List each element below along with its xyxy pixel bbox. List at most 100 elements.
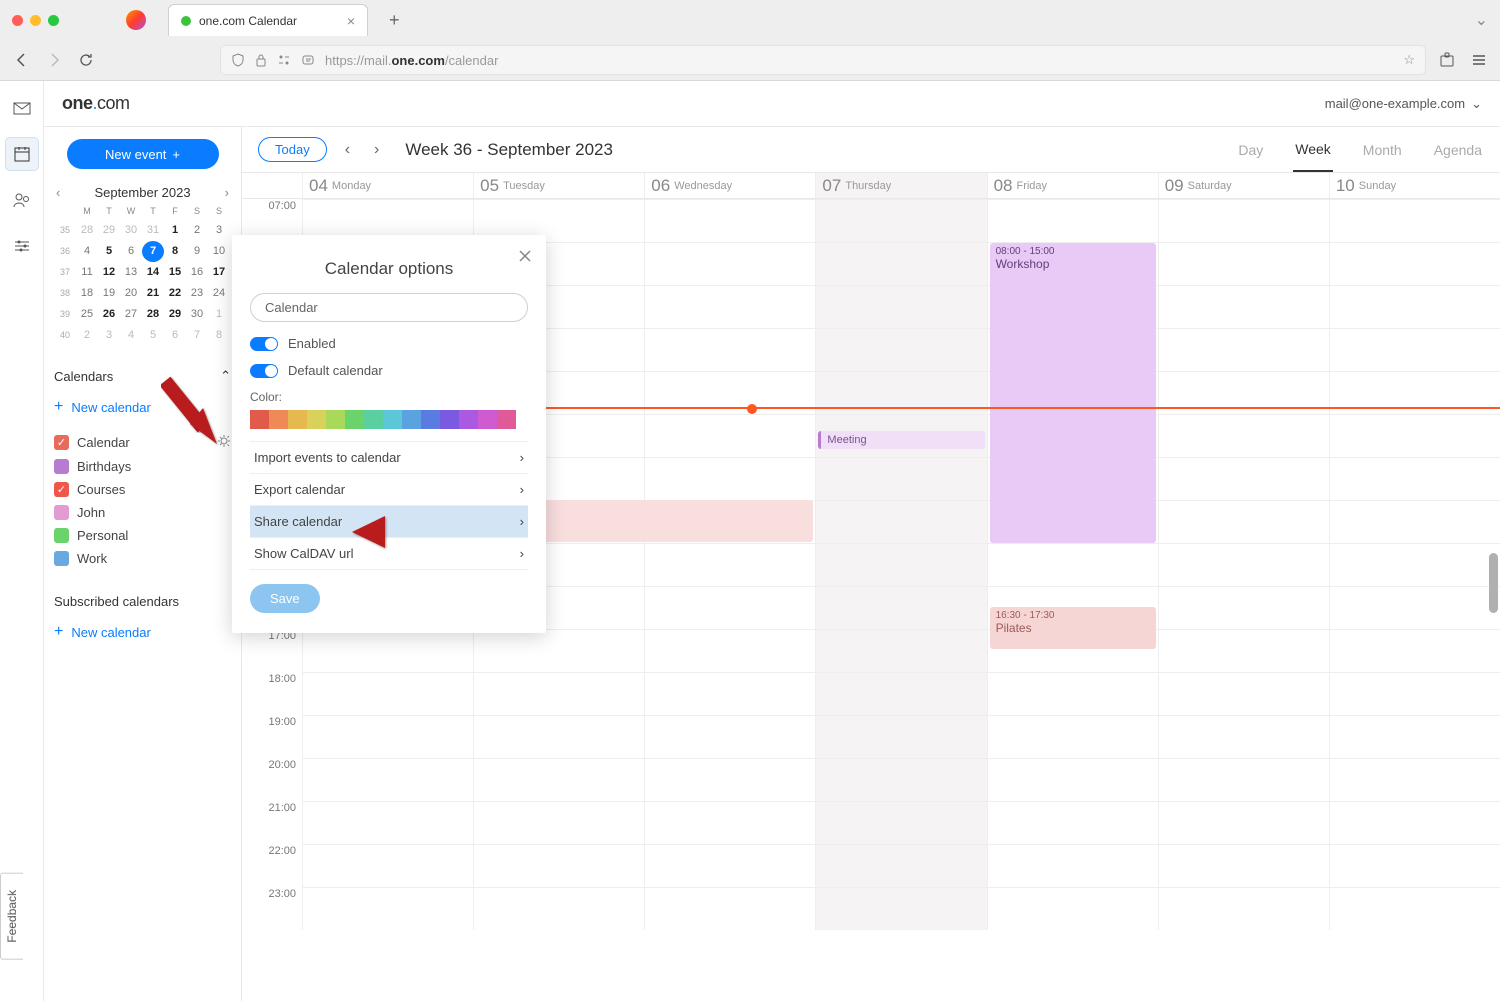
forward-button[interactable] [44,50,64,70]
today-button[interactable]: Today [258,137,327,162]
color-swatch[interactable] [402,410,421,429]
mini-cal-day[interactable]: 25 [76,304,98,325]
calendar-checkbox[interactable] [54,551,69,566]
mini-cal-day[interactable]: 13 [120,262,142,283]
day-column[interactable]: 08:00 - 15:00Workshop 16:30 - 17:30Pilate… [987,199,1158,930]
color-swatch[interactable] [364,410,383,429]
mini-cal-day[interactable]: 31 [142,220,164,241]
url-box[interactable]: https://mail.one.com/calendar ☆ [220,45,1426,75]
settings-icon[interactable] [5,229,39,263]
reload-button[interactable] [76,50,96,70]
mini-cal-day[interactable]: 8 [208,325,230,346]
back-button[interactable] [12,50,32,70]
tab-dropdown-icon[interactable]: ⌄ [1475,10,1488,30]
enabled-toggle[interactable] [250,337,278,351]
view-tab-day[interactable]: Day [1236,127,1265,172]
mini-cal-next-icon[interactable]: › [225,185,229,200]
mini-cal-day[interactable]: 8 [164,241,186,262]
view-tab-agenda[interactable]: Agenda [1432,127,1484,172]
extensions-icon[interactable] [1438,51,1456,69]
menu-item-export-calendar[interactable]: Export calendar› [250,474,528,506]
mini-cal-day[interactable]: 15 [164,262,186,283]
day-header[interactable]: 05Tuesday [473,173,644,198]
default-toggle[interactable] [250,364,278,378]
mini-cal-day[interactable]: 10 [208,241,230,262]
mini-cal-day[interactable]: 6 [120,241,142,262]
mini-cal-day[interactable]: 22 [164,283,186,304]
prev-week-icon[interactable]: ‹ [339,137,356,163]
color-swatch[interactable] [440,410,459,429]
calendar-name-input[interactable] [250,293,528,322]
color-swatch[interactable] [459,410,478,429]
color-swatch[interactable] [478,410,497,429]
mini-cal-day[interactable]: 26 [98,304,120,325]
color-swatch[interactable] [421,410,440,429]
mini-cal-day[interactable]: 30 [120,220,142,241]
hamburger-menu-icon[interactable] [1470,51,1488,69]
mini-cal-prev-icon[interactable]: ‹ [56,185,60,200]
calendar-list-item[interactable]: Work [54,547,231,570]
bookmark-star-icon[interactable]: ☆ [1403,52,1415,68]
day-header[interactable]: 06Wednesday [644,173,815,198]
event-pilates[interactable]: 16:30 - 17:30Pilates [990,607,1156,649]
window-max-icon[interactable] [48,15,59,26]
browser-tab[interactable]: one.com Calendar × [168,4,368,36]
menu-item-import-events-to-calendar[interactable]: Import events to calendar› [250,442,528,474]
new-event-button[interactable]: New event + [67,139,219,169]
color-swatch[interactable] [383,410,402,429]
view-tab-week[interactable]: Week [1293,127,1333,172]
calendar-list-item[interactable]: Birthdays [54,455,231,478]
mini-cal-day[interactable]: 1 [164,220,186,241]
calendar-list-item[interactable]: John [54,501,231,524]
mini-cal-day[interactable]: 2 [186,220,208,241]
mini-cal-day[interactable]: 29 [164,304,186,325]
color-swatch[interactable] [307,410,326,429]
feedback-tab[interactable]: Feedback [0,873,23,960]
mini-cal-day[interactable]: 7 [186,325,208,346]
day-column[interactable] [1329,199,1500,930]
mini-cal-day[interactable]: 3 [98,325,120,346]
calendar-checkbox[interactable] [54,459,69,474]
mini-cal-day[interactable]: 4 [76,241,98,262]
event-meeting[interactable]: Meeting [818,431,984,449]
calendar-list-item[interactable]: ✓ Courses [54,478,231,501]
mini-cal-day[interactable]: 1 [208,304,230,325]
calendar-checkbox[interactable]: ✓ [54,482,69,497]
day-column[interactable] [1158,199,1329,930]
tab-close-icon[interactable]: × [347,13,355,29]
mini-cal-day[interactable]: 9 [186,241,208,262]
mini-cal-day[interactable]: 20 [120,283,142,304]
calendar-icon[interactable] [5,137,39,171]
day-header[interactable]: 08Friday [987,173,1158,198]
mini-cal-day[interactable]: 5 [142,325,164,346]
mini-cal-day[interactable]: 29 [98,220,120,241]
mini-cal-day[interactable]: 6 [164,325,186,346]
mini-cal-day[interactable]: 27 [120,304,142,325]
color-swatch[interactable] [250,410,269,429]
user-menu[interactable]: mail@one-example.com ⌄ [1325,96,1482,112]
day-column[interactable] [644,199,815,930]
calendar-checkbox[interactable]: ✓ [54,435,69,450]
mini-cal-day[interactable]: 23 [186,283,208,304]
mini-cal-day[interactable]: 16 [186,262,208,283]
new-subscribed-calendar-button[interactable]: + New calendar [54,619,231,645]
mini-cal-day[interactable]: 28 [142,304,164,325]
close-icon[interactable] [518,249,532,268]
event-workshop[interactable]: 08:00 - 15:00Workshop [990,243,1156,543]
mini-cal-day[interactable]: 19 [98,283,120,304]
day-header[interactable]: 07Thursday [815,173,986,198]
day-column[interactable]: Meeting [815,199,986,930]
color-swatch[interactable] [269,410,288,429]
mini-cal-day[interactable]: 28 [76,220,98,241]
mini-cal-day[interactable]: 17 [208,262,230,283]
day-header[interactable]: 09Saturday [1158,173,1329,198]
mini-cal-day[interactable]: 30 [186,304,208,325]
mini-cal-day[interactable]: 4 [120,325,142,346]
calendar-checkbox[interactable] [54,528,69,543]
mini-cal-day[interactable]: 3 [208,220,230,241]
color-swatch[interactable] [326,410,345,429]
mini-cal-day[interactable]: 2 [76,325,98,346]
window-close-icon[interactable] [12,15,23,26]
calendar-checkbox[interactable] [54,505,69,520]
mini-cal-day[interactable]: 12 [98,262,120,283]
